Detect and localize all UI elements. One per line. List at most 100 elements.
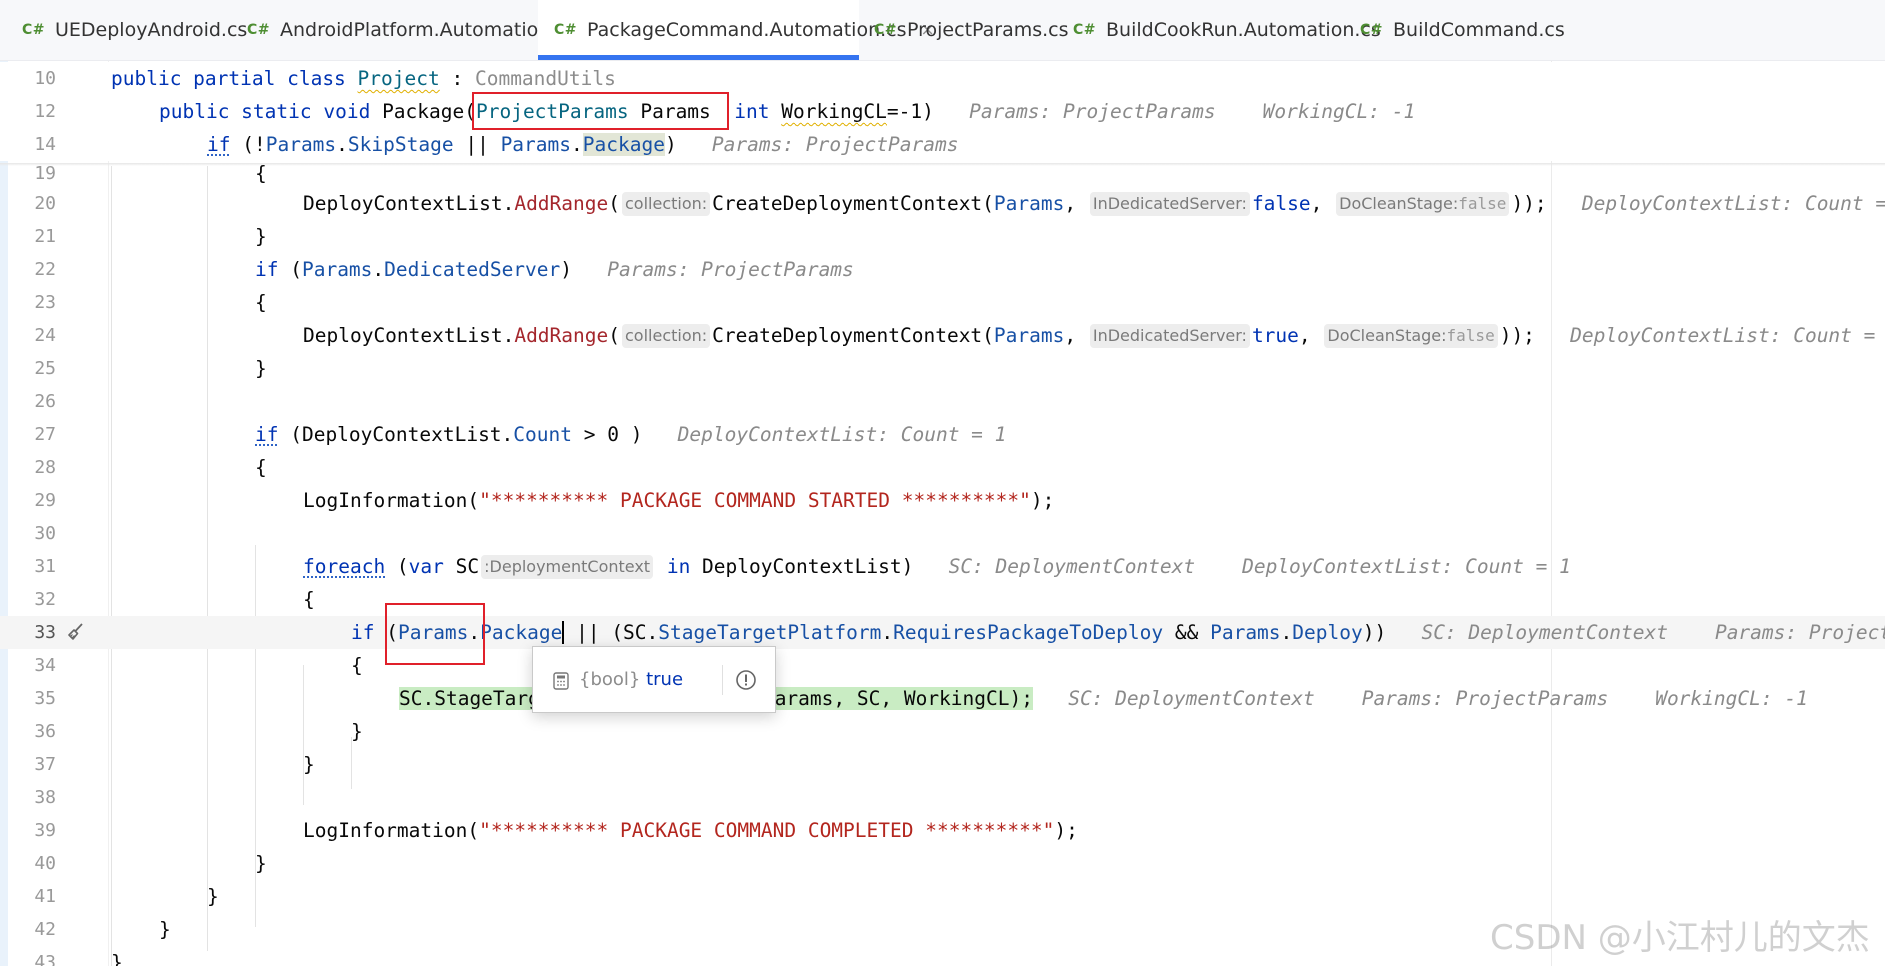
token: ( xyxy=(608,324,620,347)
parameter-name-hint: collection: xyxy=(622,324,711,348)
debug-value-hint: DeployContextList: Count = 1 xyxy=(1546,192,1885,215)
tab-androidplatform-automation[interactable]: C# AndroidPlatform.Automation.cs xyxy=(247,0,577,60)
csharp-file-icon: C# xyxy=(554,22,578,38)
line-number: 40 xyxy=(34,853,56,874)
token: , xyxy=(1064,192,1088,215)
debug-value-hint: SC: DeploymentContext Params: ProjectPar… xyxy=(1421,621,1885,644)
code-line[interactable]: 28 { xyxy=(0,451,1885,484)
code-line[interactable]: 31 foreach (var SC:DeploymentContext in … xyxy=(0,550,1885,583)
code-line[interactable]: 34 { xyxy=(0,649,1885,682)
line-number: 30 xyxy=(34,523,56,544)
code-line[interactable]: 37 } xyxy=(0,748,1885,781)
line-number: 28 xyxy=(34,457,56,478)
token: , xyxy=(1064,324,1088,347)
debug-value-hint: SC: DeploymentContext DeployContextList:… xyxy=(913,555,1571,578)
code-line[interactable]: 32 { xyxy=(0,583,1885,616)
code-text: { xyxy=(351,654,363,677)
string-literal: "********** PACKAGE COMMAND COMPLETED **… xyxy=(479,819,1055,842)
line-number: 21 xyxy=(34,226,56,247)
code-line[interactable]: 35 SC.StageTargetPlatform.Package(Params… xyxy=(0,682,1885,715)
tab-buildcommand[interactable]: C# BuildCommand.cs xyxy=(1360,0,1565,60)
code-text: } xyxy=(303,753,315,776)
code-line[interactable]: 23 { xyxy=(0,286,1885,319)
line-number: 37 xyxy=(34,754,56,775)
token: )); xyxy=(1499,324,1535,347)
token: foreach xyxy=(303,555,386,578)
code-line[interactable]: 29 LogInformation("********** PACKAGE CO… xyxy=(0,484,1885,517)
tab-packagecommand-automation[interactable]: C# PackageCommand.Automation.cs × xyxy=(538,0,935,60)
code-line[interactable]: 20 DeployContextList.AddRange(collection… xyxy=(0,187,1885,220)
code-line[interactable]: 24 DeployContextList.AddRange(collection… xyxy=(0,319,1885,352)
token: ( xyxy=(385,555,409,578)
csharp-file-icon: C# xyxy=(1073,22,1097,38)
token: Params xyxy=(1210,621,1281,644)
tab-label: BuildCommand.cs xyxy=(1393,19,1565,41)
broom-icon[interactable] xyxy=(66,622,86,642)
code-line[interactable]: 38 xyxy=(0,781,1885,814)
token: Count xyxy=(513,423,572,446)
token: StageTargetPlatform xyxy=(658,621,882,644)
token: Params xyxy=(993,192,1065,215)
code-line[interactable]: 10 public partial class Project : Comman… xyxy=(0,62,1885,95)
code-text: DeployContextList.AddRange(collection: Cr… xyxy=(303,319,1885,352)
exclamation-circle-icon[interactable] xyxy=(735,669,757,691)
code-line[interactable]: 14 if (!Params.SkipStage || Params.Packa… xyxy=(0,128,1885,161)
debug-value-tooltip[interactable]: {bool} true xyxy=(532,646,776,713)
code-text: if (Params.DedicatedServer) Params: Proj… xyxy=(255,253,854,286)
code-text: { xyxy=(255,162,267,185)
code-text: } xyxy=(207,885,219,908)
debug-value-hint: Params: ProjectParams WorkingCL: -1 xyxy=(933,100,1416,123)
debug-value-hint: Params: ProjectParams xyxy=(676,133,959,156)
code-line[interactable]: 26 xyxy=(0,385,1885,418)
token: AddRange xyxy=(514,192,609,215)
value-type: {bool} xyxy=(579,669,641,690)
parameter-name-hint: InDedicatedServer: xyxy=(1089,192,1250,216)
token: ); xyxy=(1054,819,1078,842)
token: Params xyxy=(993,324,1065,347)
code-line[interactable]: 19 { xyxy=(0,162,1885,187)
line-number: 25 xyxy=(34,358,56,379)
token: Package xyxy=(582,133,665,156)
tab-projectparams[interactable]: C# ProjectParams.cs xyxy=(874,0,1069,60)
line-number: 31 xyxy=(34,556,56,577)
code-editor[interactable]: 10 public partial class Project : Comman… xyxy=(0,61,1885,966)
token: || xyxy=(453,133,501,156)
code-text: LogInformation("********** PACKAGE COMMA… xyxy=(303,484,1054,517)
token: true xyxy=(1251,324,1299,347)
code-text: LogInformation("********** PACKAGE COMMA… xyxy=(303,814,1078,847)
code-line[interactable]: 41 } xyxy=(0,880,1885,913)
token: (DeployContextList. xyxy=(278,423,514,446)
code-line[interactable]: 39 LogInformation("********** PACKAGE CO… xyxy=(0,814,1885,847)
token: )) xyxy=(1362,621,1387,644)
code-line[interactable]: 21 } xyxy=(0,220,1885,253)
tab-buildcookrun-automation[interactable]: C# BuildCookRun.Automation.cs xyxy=(1073,0,1381,60)
parameter-name-hint: DoCleanStage:false xyxy=(1336,192,1510,216)
code-line[interactable]: 27 if (DeployContextList.Count > 0 ) Dep… xyxy=(0,418,1885,451)
current-execution-line[interactable]: 33 if (Params.Package || (SC.StageTarget… xyxy=(0,616,1885,649)
token: if xyxy=(351,621,375,644)
token: CreateDeploymentContext( xyxy=(712,192,994,215)
token: WorkingCL xyxy=(781,100,887,123)
token: (! xyxy=(230,133,266,156)
code-text: } xyxy=(255,357,267,380)
code-line[interactable]: 25 } xyxy=(0,352,1885,385)
token: if xyxy=(207,133,231,156)
code-line[interactable]: 30 xyxy=(0,517,1885,550)
debug-value-hint: SC: DeploymentContext Params: ProjectPar… xyxy=(1032,687,1808,710)
code-line[interactable]: 36 } xyxy=(0,715,1885,748)
debug-value-hint: DeployContextList: Count = 1 xyxy=(1534,324,1885,347)
tab-label: ProjectParams.cs xyxy=(907,19,1069,41)
line-number: 39 xyxy=(34,820,56,841)
line-number: 42 xyxy=(34,919,56,940)
tab-uedeployandroid[interactable]: C# UEDeployAndroid.cs xyxy=(22,0,247,60)
code-line[interactable]: 12 public static void Package(ProjectPar… xyxy=(0,95,1885,128)
token: Project xyxy=(357,67,440,90)
token: Package( xyxy=(382,100,476,123)
token: Package xyxy=(480,621,565,644)
token: : xyxy=(439,67,475,90)
code-line[interactable]: 40 } xyxy=(0,847,1885,880)
type-hint: :DeploymentContext xyxy=(481,555,654,579)
code-line[interactable]: 22 if (Params.DedicatedServer) Params: P… xyxy=(0,253,1885,286)
hint-value: false xyxy=(1458,194,1507,213)
token: )); xyxy=(1511,192,1547,215)
